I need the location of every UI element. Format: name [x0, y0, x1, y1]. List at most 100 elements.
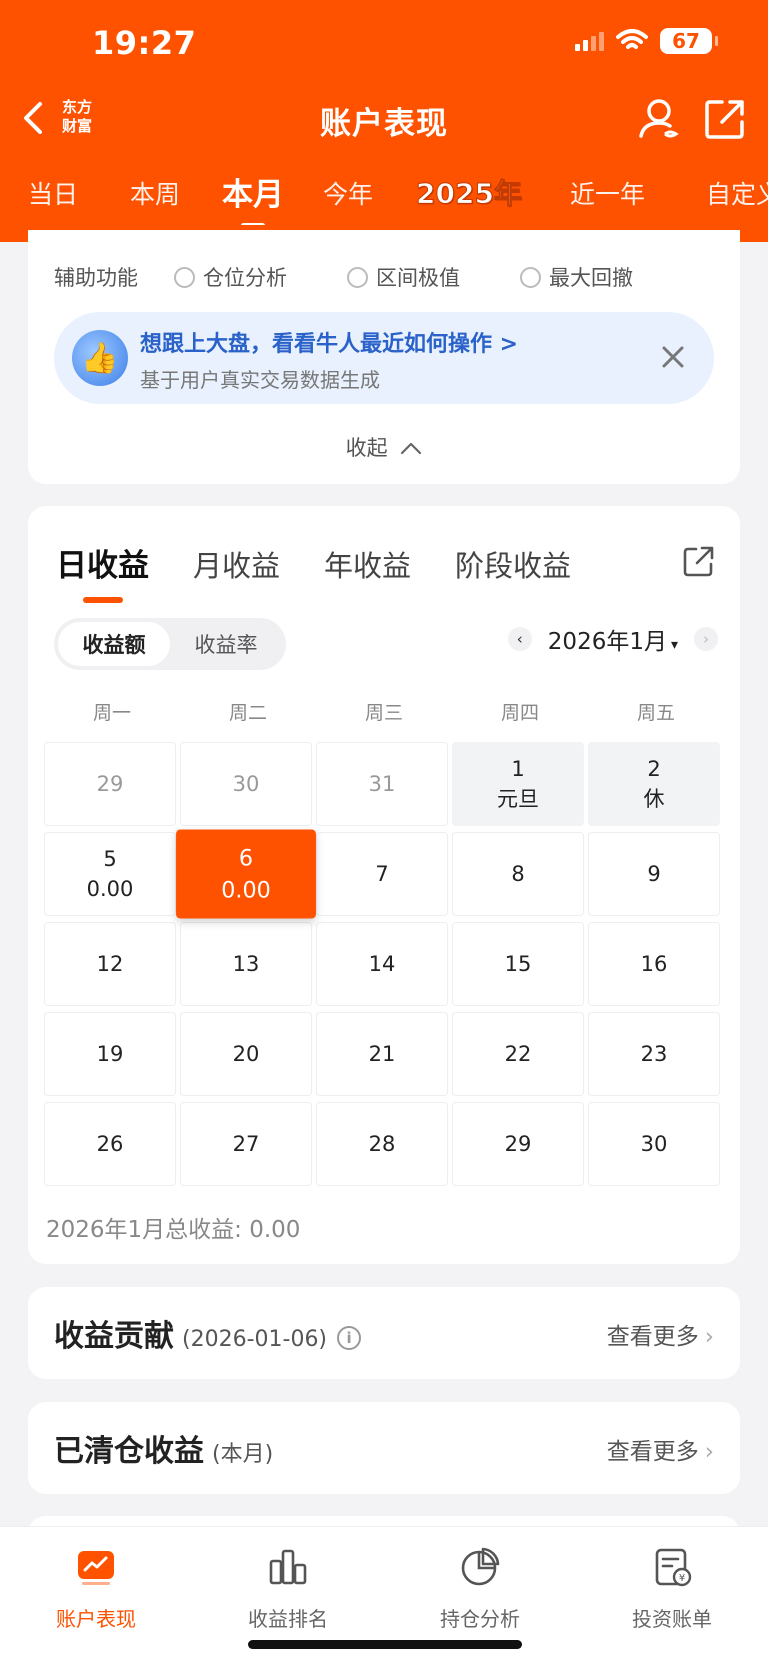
calendar-day[interactable]: 28	[316, 1102, 448, 1186]
month-nav: ‹ 2026年1月 ▾ ›	[507, 622, 718, 656]
share-out-icon[interactable]	[702, 96, 748, 142]
nav-label: 持仓分析	[440, 1607, 520, 1631]
weekday-label: 周二	[228, 702, 267, 724]
calendar-day[interactable]: 8	[452, 832, 584, 916]
calendar-day[interactable]: 5 0.00	[44, 832, 176, 916]
weekday-label: 周一	[92, 702, 131, 724]
tab-this-year[interactable]: 今年	[323, 175, 373, 211]
calendar-day[interactable]: 29	[452, 1102, 584, 1186]
calendar-day[interactable]: 21	[316, 1012, 448, 1096]
weekday-label: 周四	[500, 702, 539, 724]
close-icon[interactable]	[658, 342, 688, 372]
day-earning: 0.00	[86, 877, 134, 901]
collapse-button[interactable]: 收起	[28, 432, 740, 462]
banner-subtitle: 基于用户真实交易数据生成	[140, 368, 380, 392]
export-icon[interactable]	[682, 544, 716, 578]
cleared-period: (本月)	[212, 1442, 274, 1467]
calendar-day[interactable]: 30	[588, 1102, 720, 1186]
calendar-day[interactable]: 29	[44, 742, 176, 826]
day-number: 21	[368, 1042, 396, 1066]
calendar-day-selected[interactable]: 6 0.00	[176, 829, 316, 919]
month-label: 2026年1月	[547, 629, 667, 655]
toggle-amount[interactable]: 收益额	[58, 622, 170, 666]
wifi-icon	[616, 29, 648, 49]
status-time: 19:27	[92, 24, 197, 62]
tab-last-year[interactable]: 近一年	[570, 175, 645, 211]
option-label: 区间极值	[376, 266, 460, 290]
option-label: 最大回撤	[549, 266, 633, 290]
day-number: 29	[96, 772, 124, 796]
tab-custom[interactable]: 自定义	[706, 175, 768, 211]
calendar-day[interactable]: 14	[316, 922, 448, 1006]
calendar-day[interactable]: 31	[316, 742, 448, 826]
toggle-rate[interactable]: 收益率	[170, 622, 282, 666]
tab-today[interactable]: 当日	[28, 175, 78, 211]
more-label: 查看更多	[606, 1324, 699, 1350]
tab-this-month[interactable]: 本月	[222, 169, 284, 225]
nav-investment-bill[interactable]: ¥ 投资账单	[576, 1545, 768, 1632]
weekday-header: 周一 周二 周三 周四 周五	[44, 698, 724, 725]
tab-yearly-earnings[interactable]: 年收益	[324, 543, 411, 585]
calendar-day[interactable]: 19	[44, 1012, 176, 1096]
earnings-tabs: 日收益 月收益 年收益 阶段收益	[56, 540, 571, 603]
contribution-title-text: 收益贡献	[54, 1319, 174, 1354]
nav-earnings-ranking[interactable]: 收益排名	[192, 1545, 384, 1632]
tab-2025[interactable]: 2025年	[416, 172, 523, 212]
tab-this-week[interactable]: 本周	[130, 175, 180, 211]
day-number: 6	[238, 845, 254, 871]
option-range-extreme[interactable]: 区间极值	[347, 262, 460, 292]
calendar-day[interactable]: 30	[180, 742, 312, 826]
day-number: 14	[368, 952, 396, 976]
day-note: 元旦	[497, 787, 539, 811]
tab-daily-earnings[interactable]: 日收益	[56, 540, 149, 603]
calendar-day[interactable]: 7	[316, 832, 448, 916]
user-icon[interactable]	[636, 96, 682, 142]
calendar-day[interactable]: 22	[452, 1012, 584, 1096]
cleared-card[interactable]: 已清仓收益 (本月) 查看更多 ›	[28, 1402, 740, 1494]
radio-icon	[347, 266, 368, 288]
aux-row: 辅助功能 仓位分析 区间极值 最大回撤	[54, 262, 714, 292]
option-label: 仓位分析	[203, 266, 287, 290]
nav-label: 账户表现	[56, 1607, 136, 1631]
calendar-day[interactable]: 1 元旦	[452, 742, 584, 826]
day-number: 1	[511, 757, 525, 781]
contribution-date: (2026-01-06)	[182, 1327, 328, 1352]
calendar-day[interactable]: 23	[588, 1012, 720, 1096]
option-max-drawdown[interactable]: 最大回撤	[520, 262, 633, 292]
nav-account-performance[interactable]: 账户表现	[0, 1545, 192, 1632]
prev-month-button[interactable]: ‹	[507, 627, 532, 651]
option-position-analysis[interactable]: 仓位分析	[174, 262, 287, 292]
calendar-day[interactable]: 20	[180, 1012, 312, 1096]
next-month-button[interactable]: ›	[694, 627, 718, 651]
month-picker[interactable]: 2026年1月 ▾	[548, 622, 678, 656]
chevron-right-icon: ›	[704, 1439, 714, 1465]
calendar-day[interactable]: 16	[588, 922, 720, 1006]
promo-banner[interactable]: 👍 想跟上大盘，看看牛人最近如何操作 > 基于用户真实交易数据生成	[54, 312, 714, 404]
day-number: 30	[232, 772, 260, 796]
tab-stage-earnings[interactable]: 阶段收益	[455, 543, 571, 585]
tab-monthly-earnings[interactable]: 月收益	[193, 543, 280, 585]
cleared-more-link[interactable]: 查看更多 ›	[607, 1432, 714, 1466]
calendar-day[interactable]: 15	[452, 922, 584, 1006]
calendar-day[interactable]: 2休	[588, 742, 720, 826]
day-number: 8	[511, 862, 525, 886]
nav-holdings-analysis[interactable]: 持仓分析	[384, 1545, 576, 1632]
info-icon[interactable]: i	[337, 1325, 362, 1350]
calendar-day[interactable]: 12	[44, 922, 176, 1006]
aux-label: 辅助功能	[54, 266, 138, 290]
contribution-more-link[interactable]: 查看更多 ›	[607, 1317, 714, 1351]
caret-down-icon: ▾	[670, 637, 678, 653]
calendar-day[interactable]: 9	[588, 832, 720, 916]
battery-icon: 67	[660, 28, 718, 54]
calendar-day[interactable]: 26	[44, 1102, 176, 1186]
calendar-day[interactable]: 27	[180, 1102, 312, 1186]
day-number: 29	[504, 1132, 532, 1156]
day-number: 28	[368, 1132, 396, 1156]
nav-label: 收益排名	[248, 1607, 328, 1631]
period-tabs: 当日 本周 本月 今年 2025年 近一年 自定义	[0, 165, 768, 225]
calendar-day[interactable]: 13	[180, 922, 312, 1006]
radio-icon	[520, 266, 541, 288]
day-number: 9	[647, 862, 661, 886]
more-label: 查看更多	[606, 1439, 699, 1465]
contribution-card[interactable]: 收益贡献 (2026-01-06) i 查看更多 ›	[28, 1287, 740, 1379]
